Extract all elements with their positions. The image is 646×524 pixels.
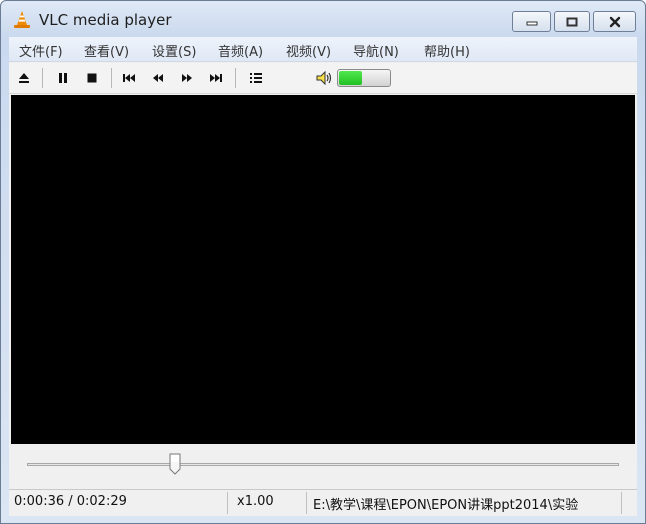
skip-forward-icon: [210, 74, 222, 82]
pause-button[interactable]: [54, 69, 72, 87]
menu-help[interactable]: 帮助(H): [424, 41, 470, 60]
menu-view[interactable]: 查看(V): [84, 41, 129, 60]
menu-video[interactable]: 视频(V): [286, 41, 331, 60]
playback-speed[interactable]: x1.00: [237, 494, 297, 509]
minimize-icon: [526, 21, 537, 25]
volume-level-fill: [339, 71, 362, 85]
toolbar-separator: [111, 68, 112, 88]
rewind-button[interactable]: [149, 69, 167, 87]
status-bar: 0:00:36 / 0:02:29 x1.00 E:\教学\课程\EPON\EP…: [9, 489, 637, 516]
eject-button[interactable]: [15, 69, 33, 87]
menu-file[interactable]: 文件(F): [19, 41, 63, 60]
mute-button[interactable]: [314, 69, 334, 87]
skip-forward-button[interactable]: [207, 69, 225, 87]
menu-bar: 文件(F) 查看(V) 设置(S) 音频(A) 视频(V) 导航(N) 帮助(H…: [9, 37, 637, 62]
menu-audio[interactable]: 音频(A): [218, 41, 263, 60]
eject-icon: [19, 73, 29, 83]
status-separator: [621, 492, 622, 514]
toolbar-separator: [235, 68, 236, 88]
playlist-button[interactable]: [247, 69, 265, 87]
vlc-cone-icon: [14, 11, 30, 28]
window-title: VLC media player: [39, 11, 172, 29]
speaker-icon: [316, 70, 332, 86]
status-separator: [227, 492, 228, 514]
title-bar[interactable]: VLC media player: [1, 1, 645, 37]
vlc-window: VLC media player 文件(F) 查看(V) 设置(S) 音频(A)…: [0, 0, 646, 524]
minimize-button[interactable]: [512, 11, 551, 32]
seek-handle[interactable]: [169, 453, 181, 475]
maximize-icon: [566, 17, 578, 26]
file-path: E:\教学\课程\EPON\EPON讲课ppt2014\实验: [313, 498, 579, 513]
skip-back-icon: [123, 74, 135, 82]
seek-bar-area: [9, 445, 637, 491]
skip-back-button[interactable]: [120, 69, 138, 87]
client-area: 文件(F) 查看(V) 设置(S) 音频(A) 视频(V) 导航(N) 帮助(H…: [9, 37, 637, 516]
pause-icon: [59, 73, 67, 83]
menu-settings[interactable]: 设置(S): [152, 41, 196, 60]
video-area[interactable]: [11, 95, 635, 444]
toolbar: [9, 63, 637, 94]
fast-forward-button[interactable]: [178, 69, 196, 87]
close-button[interactable]: [593, 11, 636, 32]
rewind-icon: [153, 74, 163, 82]
volume-slider[interactable]: [337, 69, 391, 87]
toolbar-separator: [42, 68, 43, 88]
stop-icon: [87, 73, 97, 83]
menu-navigation[interactable]: 导航(N): [353, 41, 399, 60]
status-separator: [306, 492, 307, 514]
close-icon: [609, 16, 620, 27]
stop-button[interactable]: [83, 69, 101, 87]
playlist-icon: [250, 73, 262, 83]
time-display[interactable]: 0:00:36 / 0:02:29: [14, 494, 224, 509]
fast-forward-icon: [182, 74, 192, 82]
maximize-button[interactable]: [554, 11, 590, 32]
seek-track[interactable]: [27, 463, 619, 466]
